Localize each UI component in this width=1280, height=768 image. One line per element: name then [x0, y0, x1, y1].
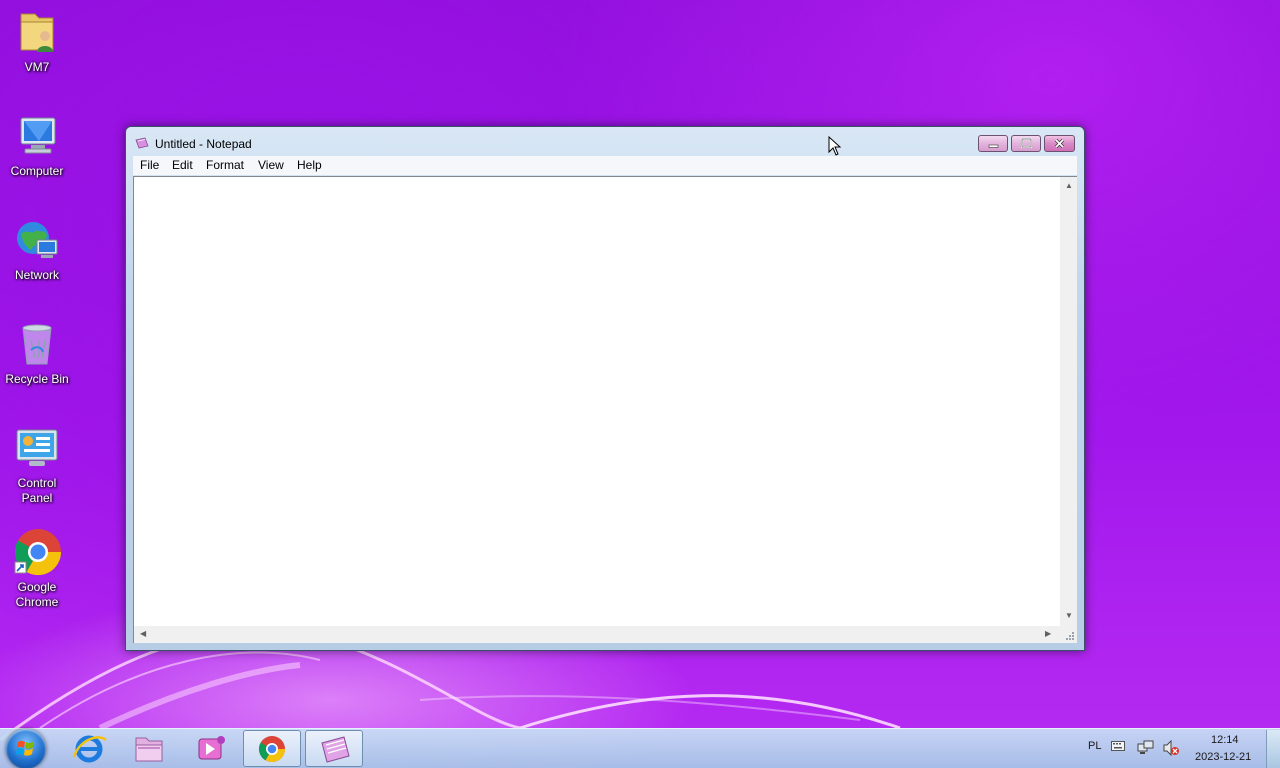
menu-help[interactable]: Help: [297, 158, 322, 172]
network-status-icon[interactable]: [1137, 740, 1155, 756]
title-bar[interactable]: Untitled - Notepad: [126, 127, 1084, 157]
menu-bar: File Edit Format View Help: [133, 156, 1077, 175]
horizontal-scrollbar[interactable]: ◀ ▶: [133, 626, 1061, 643]
window-title: Untitled - Notepad: [155, 137, 252, 151]
desktop-icon-label-line2: Panel: [21, 491, 53, 505]
clock-date[interactable]: 2023-12-21: [1195, 751, 1251, 763]
scroll-up-icon[interactable]: ▲: [1065, 181, 1073, 190]
show-desktop-button[interactable]: [1266, 730, 1280, 768]
internet-explorer-icon: [72, 735, 107, 763]
mouse-cursor-icon: [828, 136, 842, 156]
scroll-down-icon[interactable]: ▼: [1065, 611, 1073, 620]
file-explorer-icon: [135, 737, 163, 762]
language-indicator[interactable]: PL: [1088, 740, 1101, 752]
chrome-icon: [258, 736, 286, 763]
menu-view[interactable]: View: [258, 158, 284, 172]
desktop-icon-vm7[interactable]: VM7: [0, 8, 74, 75]
menu-format[interactable]: Format: [206, 158, 244, 172]
resize-grip-icon[interactable]: [1060, 626, 1077, 643]
desktop-icon-network[interactable]: Network: [0, 216, 74, 283]
minimize-button[interactable]: [978, 135, 1008, 152]
notepad-window[interactable]: Untitled - Notepad File Edit Format View…: [125, 126, 1085, 651]
menu-edit[interactable]: Edit: [172, 158, 193, 172]
maximize-icon: [1021, 138, 1032, 148]
keyboard-icon[interactable]: [1111, 741, 1125, 751]
control-panel-icon: [13, 424, 61, 472]
taskbar-notepad[interactable]: [305, 730, 363, 767]
notepad-icon: [321, 736, 350, 763]
windows-logo-icon: [16, 740, 34, 756]
taskbar-file-explorer[interactable]: [120, 730, 178, 767]
vertical-scrollbar[interactable]: ▲ ▼: [1060, 176, 1077, 627]
desktop-icon-label-line1: Google: [17, 580, 57, 594]
desktop-icon-control-panel[interactable]: Control Panel: [0, 424, 74, 506]
desktop-icon-label-line2: Chrome: [15, 595, 59, 609]
close-button[interactable]: [1044, 135, 1075, 152]
desktop-icon-google-chrome[interactable]: Google Chrome: [0, 528, 74, 610]
recycle-bin-icon: [13, 320, 61, 368]
menu-file[interactable]: File: [140, 158, 159, 172]
chrome-icon: [13, 528, 62, 576]
taskbar-chrome[interactable]: [243, 730, 301, 767]
computer-icon: [13, 112, 61, 160]
maximize-button[interactable]: [1011, 135, 1041, 152]
desktop-icon-label: Network: [14, 268, 59, 282]
desktop-icon-label: Recycle Bin: [5, 372, 69, 386]
volume-muted-icon[interactable]: [1162, 740, 1180, 756]
taskbar-internet-explorer[interactable]: [60, 730, 118, 767]
desktop-icon-computer[interactable]: Computer: [0, 112, 74, 179]
desktop-icon-label: VM7: [24, 60, 50, 74]
media-center-icon: [198, 736, 225, 760]
minimize-icon: [988, 144, 999, 148]
scroll-right-icon[interactable]: ▶: [1045, 629, 1051, 638]
user-folder-icon: [13, 8, 61, 56]
network-icon: [13, 216, 61, 264]
start-button[interactable]: [6, 729, 46, 768]
desktop-icon-recycle-bin[interactable]: Recycle Bin: [0, 320, 74, 387]
desktop-icon-label: Computer: [10, 164, 64, 178]
clock-time[interactable]: 12:14: [1211, 734, 1239, 746]
notepad-icon: [135, 137, 149, 149]
close-icon: [1054, 138, 1065, 149]
desktop-icon-label-line1: Control: [17, 476, 57, 490]
taskbar-media-center[interactable]: [181, 730, 239, 767]
text-editor[interactable]: [133, 176, 1061, 627]
scroll-left-icon[interactable]: ◀: [140, 629, 146, 638]
